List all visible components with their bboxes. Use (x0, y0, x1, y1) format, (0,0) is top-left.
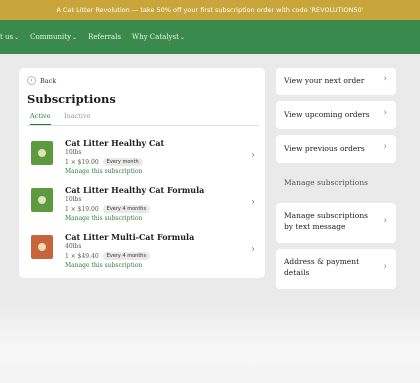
quantity-price: 1 × $49.40 Every 4 months (65, 252, 151, 260)
side-label: View your next order (284, 76, 365, 85)
qty-price-text: 1 × $19.00 (65, 205, 99, 213)
subscription-tabs: Active Inactive (27, 112, 259, 126)
product-name: Cat Litter Healthy Cat Formula (65, 185, 205, 195)
nav-label: Community (30, 33, 72, 41)
product-name: Cat Litter Multi-Cat Formula (65, 232, 195, 242)
side-label: View upcoming orders (284, 110, 370, 119)
manage-by-text-button[interactable]: Manage subscriptions by text message › (276, 203, 396, 243)
frequency-badge: Every 4 months (102, 252, 151, 260)
frequency-badge: Every 4 months (102, 205, 151, 213)
product-image (31, 141, 53, 165)
view-next-order-button[interactable]: View your next order › (276, 68, 396, 95)
quantity-price: 1 × $19.00 Every month (65, 158, 143, 166)
section-label: Manage subscriptions (284, 178, 368, 187)
quantity-price: 1 × $19.00 Every 4 months (65, 205, 151, 213)
address-payment-button[interactable]: Address & payment details › (276, 249, 396, 289)
manage-subscriptions-heading: Manage subscriptions (276, 170, 396, 196)
nav-label: t us (0, 33, 14, 41)
product-image (31, 235, 53, 259)
product-image (31, 188, 53, 212)
view-upcoming-orders-button[interactable]: View upcoming orders › (276, 101, 396, 129)
chevron-right-icon: › (383, 108, 387, 118)
tab-inactive[interactable]: Inactive (64, 112, 90, 124)
back-button[interactable]: ‹ Back (27, 76, 56, 85)
chevron-right-icon: › (383, 142, 387, 152)
nav-item-community[interactable]: Community⌄ (30, 33, 77, 41)
back-arrow-icon: ‹ (27, 76, 36, 85)
chevron-right-icon: › (251, 150, 255, 161)
chevron-right-icon: › (251, 197, 255, 208)
chevron-right-icon: › (383, 74, 387, 84)
promo-text: A Cat Litter Revolution — take 50% off y… (56, 6, 364, 14)
promo-banner: A Cat Litter Revolution — take 50% off y… (0, 0, 420, 20)
product-size: 10lbs (65, 149, 82, 156)
frequency-badge: Every month (102, 158, 143, 166)
nav-item-about[interactable]: t us⌄ (0, 33, 19, 41)
manage-subscription-link[interactable]: Manage this subscription (65, 262, 142, 269)
subscription-item[interactable]: Cat Litter Healthy Cat 10lbs 1 × $19.00 E… (27, 138, 259, 184)
chevron-down-icon: ⌄ (14, 34, 20, 41)
main-nav: t us⌄ Community⌄ Referrals Why Catalyst⌄ (0, 20, 420, 54)
page-bottom-fade (0, 300, 420, 383)
side-label: Address & payment details (284, 257, 360, 278)
chevron-right-icon: › (383, 262, 387, 272)
chevron-right-icon: › (383, 216, 387, 226)
side-label: Manage subscriptions by text message (284, 211, 368, 232)
subscription-item[interactable]: Cat Litter Healthy Cat Formula 10lbs 1 ×… (27, 185, 259, 231)
manage-subscription-link[interactable]: Manage this subscription (65, 215, 142, 222)
manage-subscription-link[interactable]: Manage this subscription (65, 168, 142, 175)
product-size: 40lbs (65, 243, 82, 250)
product-size: 10lbs (65, 196, 82, 203)
nav-item-referrals[interactable]: Referrals (88, 33, 121, 41)
subscriptions-card: ‹ Back Subscriptions Active Inactive Cat… (19, 68, 265, 278)
product-name: Cat Litter Healthy Cat (65, 138, 165, 148)
chevron-down-icon: ⌄ (179, 34, 185, 41)
qty-price-text: 1 × $49.40 (65, 252, 99, 260)
back-label: Back (40, 76, 57, 85)
nav-label: Referrals (88, 33, 121, 41)
page-title: Subscriptions (27, 92, 116, 106)
side-label: View previous orders (284, 144, 365, 153)
chevron-right-icon: › (251, 244, 255, 255)
tab-active[interactable]: Active (30, 112, 51, 125)
nav-label: Why Catalyst (131, 33, 179, 41)
view-previous-orders-button[interactable]: View previous orders › (276, 135, 396, 163)
chevron-down-icon: ⌄ (72, 34, 78, 41)
nav-item-why-catalyst[interactable]: Why Catalyst⌄ (132, 33, 185, 41)
qty-price-text: 1 × $19.00 (65, 158, 99, 166)
subscription-item[interactable]: Cat Litter Multi-Cat Formula 40lbs 1 × $… (27, 232, 259, 278)
